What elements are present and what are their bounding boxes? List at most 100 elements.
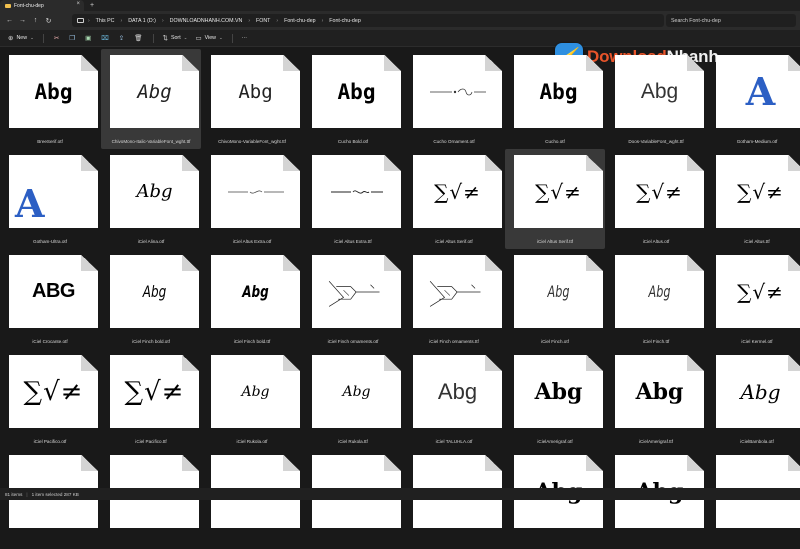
file-item[interactable]: iCiel Altus Extra.ttf	[303, 149, 403, 249]
new-button[interactable]: ⊕ New ⌄	[4, 32, 38, 45]
share-icon[interactable]: ⇪	[114, 32, 129, 45]
breadcrumb-item[interactable]: DATA 1 (D:)	[128, 18, 156, 24]
file-name: Gotham-Medium.otf	[736, 139, 778, 144]
file-name: iCiel Altus Extra.ttf	[334, 239, 372, 244]
file-name: BreeSerif.otf	[37, 139, 63, 144]
file-name: iCiel Pacifico.ttf	[135, 439, 167, 444]
font-sample: Abg	[242, 282, 269, 301]
tab-title: Font-chu-dep	[14, 2, 44, 9]
view-button[interactable]: ▭ View ⌄	[191, 32, 226, 45]
font-sample: Abg	[241, 383, 270, 400]
sort-button[interactable]: ⇅ Sort ⌄	[159, 32, 192, 45]
file-name: iCiel Finch bold.ttf	[233, 339, 271, 344]
file-item[interactable]: Abg iCielAmerigraf.otf	[505, 349, 605, 449]
up-arrow-icon[interactable]: ↑	[29, 17, 42, 24]
file-item[interactable]: Abg iCielAmerigraf.ttf	[606, 349, 706, 449]
chevron-right-icon: ›	[321, 17, 324, 24]
delete-icon[interactable]: 🗑	[129, 32, 147, 45]
back-arrow-icon[interactable]: ←	[3, 17, 16, 24]
breadcrumb[interactable]: › This PC › DATA 1 (D:) › DOWNLOADNHANH.…	[72, 14, 664, 27]
new-label: New	[16, 35, 28, 41]
file-item[interactable]: Abg iCiel Finch.otf	[505, 249, 605, 349]
file-item[interactable]: Abg ChivoMono-Italic-VariableFont_wght.tt…	[101, 49, 201, 149]
chevron-right-icon: ›	[276, 17, 279, 24]
file-item[interactable]: iCiel Altus Extra.otf	[202, 149, 302, 249]
font-sample: Abg	[34, 79, 73, 104]
ornament-preview	[312, 255, 401, 328]
file-item[interactable]: Abg Cucho Bold.otf	[303, 49, 403, 149]
file-name: Doos-VariableFont_wght.ttf	[628, 139, 684, 144]
file-name: iCiel Crocante.otf	[32, 339, 68, 344]
sort-icon: ⇅	[162, 35, 168, 42]
file-name: iCiel Finch ornaments.ttf	[429, 339, 479, 344]
cut-icon[interactable]: ✂	[49, 32, 64, 45]
file-item[interactable]: ∑√≠ iCiel Altus.otf	[606, 149, 706, 249]
more-options-button[interactable]: ···	[238, 32, 251, 45]
breadcrumb-item[interactable]: Font-chu-dep	[284, 18, 316, 24]
file-item[interactable]: ∑√≠ iCiel Pacifico.otf	[0, 349, 100, 449]
plus-icon[interactable]: +	[90, 2, 94, 9]
rename-icon[interactable]: ⌧	[96, 32, 114, 45]
file-item[interactable]: Abg iCiel Finch.ttf	[606, 249, 706, 349]
file-item[interactable]: Abg iCiel Rukola.otf	[202, 349, 302, 449]
breadcrumb-item[interactable]: FONT	[256, 18, 270, 24]
copy-icon[interactable]: ❐	[64, 32, 80, 45]
breadcrumb-item[interactable]: DOWNLOADNHANH.COM.VN	[170, 18, 243, 24]
file-item[interactable]: ∑√≠ iCiel Altus Serif.ttf	[505, 149, 605, 249]
file-name: ChivoMono-VariableFont_wght.ttf	[218, 139, 286, 144]
file-name: iCiel Rukola.otf	[236, 439, 268, 444]
file-item[interactable]: ∑√≠ iCiel Kermel.otf	[707, 249, 800, 349]
paste-icon[interactable]: ▣	[80, 32, 96, 45]
close-icon[interactable]: ×	[76, 1, 80, 7]
font-sample: Abg	[137, 80, 172, 103]
file-item[interactable]: ABG iCiel Crocante.otf	[0, 249, 100, 349]
view-label: View	[204, 35, 216, 41]
file-item[interactable]: Abg iCiel Alina.otf	[101, 149, 201, 249]
file-item[interactable]: Abg iCiel TALUHLA.otf	[404, 349, 504, 449]
chevron-right-icon: ›	[120, 17, 123, 24]
file-item[interactable]: Abg Doos-VariableFont_wght.ttf	[606, 49, 706, 149]
chevron-down-icon: ⌄	[30, 35, 34, 40]
chevron-down-icon: ⌄	[219, 35, 223, 40]
file-item[interactable]: Cucho Ornament.otf	[404, 49, 504, 149]
file-item[interactable]: Abg iCiel Finch bold.otf	[101, 249, 201, 349]
font-sample: ∑√≠	[535, 179, 582, 204]
font-sample: ∑√≠	[124, 376, 185, 407]
file-name: Cucho Ornament.otf	[433, 139, 475, 144]
font-sample: A	[15, 181, 45, 226]
file-name: Cucho.otf	[545, 139, 565, 144]
file-item[interactable]: Abg iCiel Finch bold.ttf	[202, 249, 302, 349]
file-name: Gotham-Ultra.otf	[33, 239, 67, 244]
file-name: iCiel Kermel.otf	[741, 339, 773, 344]
search-input[interactable]: Search Font-chu-dep	[666, 14, 796, 27]
breadcrumb-item[interactable]: Font-chu-dep	[329, 18, 361, 24]
tab-font-chu-dep[interactable]: Font-chu-dep ×	[0, 0, 84, 11]
forward-arrow-icon[interactable]: →	[16, 17, 29, 24]
font-sample: Abg	[635, 378, 684, 405]
font-sample: Abg	[648, 282, 671, 301]
font-sample: ∑√≠	[23, 376, 84, 407]
file-item[interactable]: A Gotham-Ultra.otf	[0, 149, 100, 249]
file-item[interactable]: ∑√≠ iCiel Pacifico.ttf	[101, 349, 201, 449]
file-item[interactable]: Abg iCielBambola.otf	[707, 349, 800, 449]
chevron-right-icon: ›	[88, 17, 90, 24]
file-item[interactable]: Abg BreeSerif.otf	[0, 49, 100, 149]
file-name: iCiel Altus Serif.ttf	[537, 239, 573, 244]
refresh-icon[interactable]: ↻	[42, 17, 55, 25]
file-item[interactable]: A Gotham-Medium.otf	[707, 49, 800, 149]
status-bar: 81 items | 1 item selected 287 KB	[0, 488, 800, 500]
file-item[interactable]: iCiel Finch ornaments.otf	[303, 249, 403, 349]
file-item[interactable]: Abg Cucho.otf	[505, 49, 605, 149]
file-name: ChivoMono-Italic-VariableFont_wght.ttf	[111, 139, 191, 144]
file-item[interactable]: Abg iCiel Rukola.ttf	[303, 349, 403, 449]
file-name: iCiel Altus Extra.otf	[232, 239, 272, 244]
breadcrumb-item[interactable]: This PC	[96, 18, 115, 24]
font-sample: Abg	[136, 181, 173, 202]
font-sample: ∑√≠	[434, 179, 481, 204]
file-name: iCiel Altus Serif.otf	[435, 239, 473, 244]
file-item[interactable]: ∑√≠ iCiel Altus.ttf	[707, 149, 800, 249]
file-item[interactable]: iCiel Finch ornaments.ttf	[404, 249, 504, 349]
item-count: 81 items	[5, 491, 23, 497]
file-item[interactable]: Abg ChivoMono-VariableFont_wght.ttf	[202, 49, 302, 149]
file-item[interactable]: ∑√≠ iCiel Altus Serif.otf	[404, 149, 504, 249]
